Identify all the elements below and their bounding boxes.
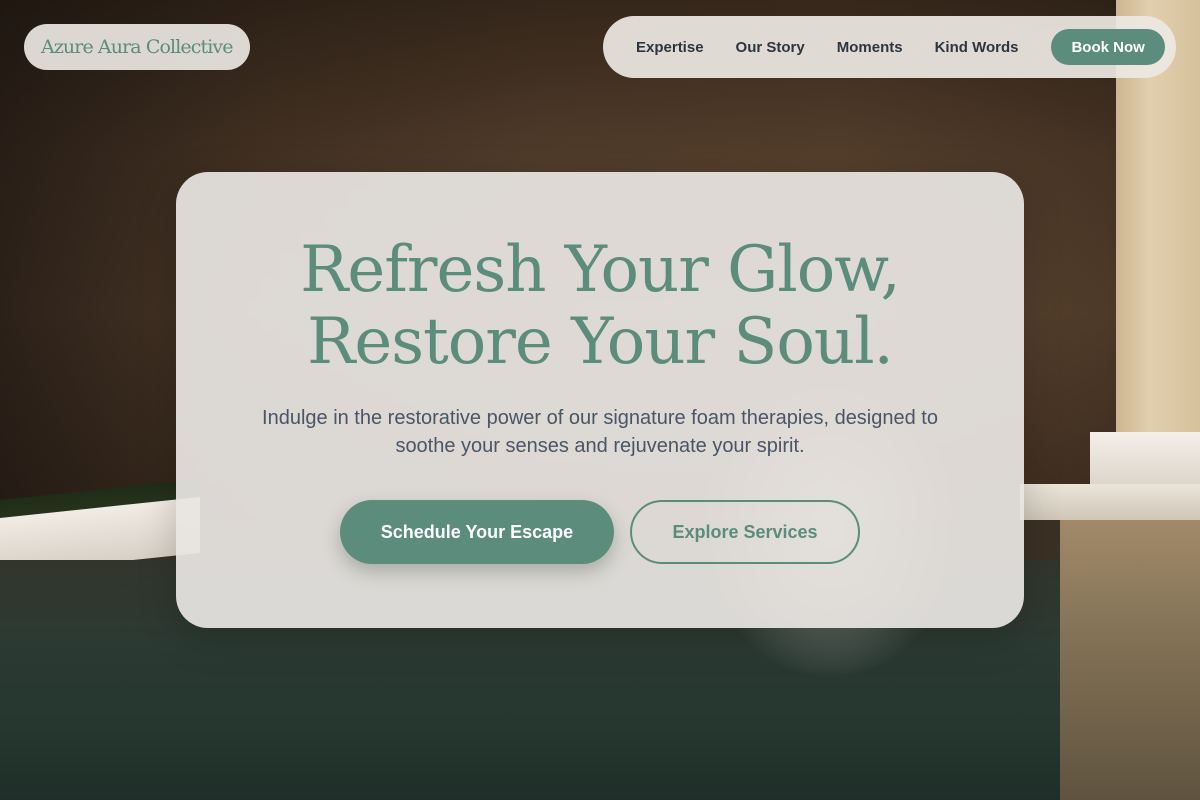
- explore-services-button[interactable]: Explore Services: [630, 500, 860, 564]
- hero-card: Refresh Your Glow, Restore Your Soul. In…: [176, 172, 1024, 628]
- nav-link-expertise[interactable]: Expertise: [636, 39, 704, 56]
- brand-name: Azure Aura Collective: [41, 36, 233, 58]
- background-pool-deck: [1020, 484, 1200, 520]
- hero-title-line-2: Restore Your Soul.: [307, 305, 894, 379]
- nav-link-kind-words[interactable]: Kind Words: [935, 39, 1019, 56]
- hero-actions: Schedule Your Escape Explore Services: [176, 500, 1024, 564]
- nav-link-our-story[interactable]: Our Story: [736, 39, 805, 56]
- background-pool-step: [1090, 432, 1200, 484]
- hero-subtitle: Indulge in the restorative power of our …: [262, 407, 938, 457]
- brand-logo-link[interactable]: Azure Aura Collective: [24, 24, 250, 70]
- book-now-button[interactable]: Book Now: [1051, 29, 1165, 65]
- schedule-escape-button[interactable]: Schedule Your Escape: [340, 500, 614, 564]
- hero-title: Refresh Your Glow, Restore Your Soul.: [176, 234, 1024, 378]
- top-navigation: Expertise Our Story Moments Kind Words B…: [603, 16, 1176, 78]
- nav-link-moments[interactable]: Moments: [837, 39, 903, 56]
- hero-title-line-1: Refresh Your Glow,: [300, 233, 901, 307]
- background-water-reflection: [1060, 520, 1200, 800]
